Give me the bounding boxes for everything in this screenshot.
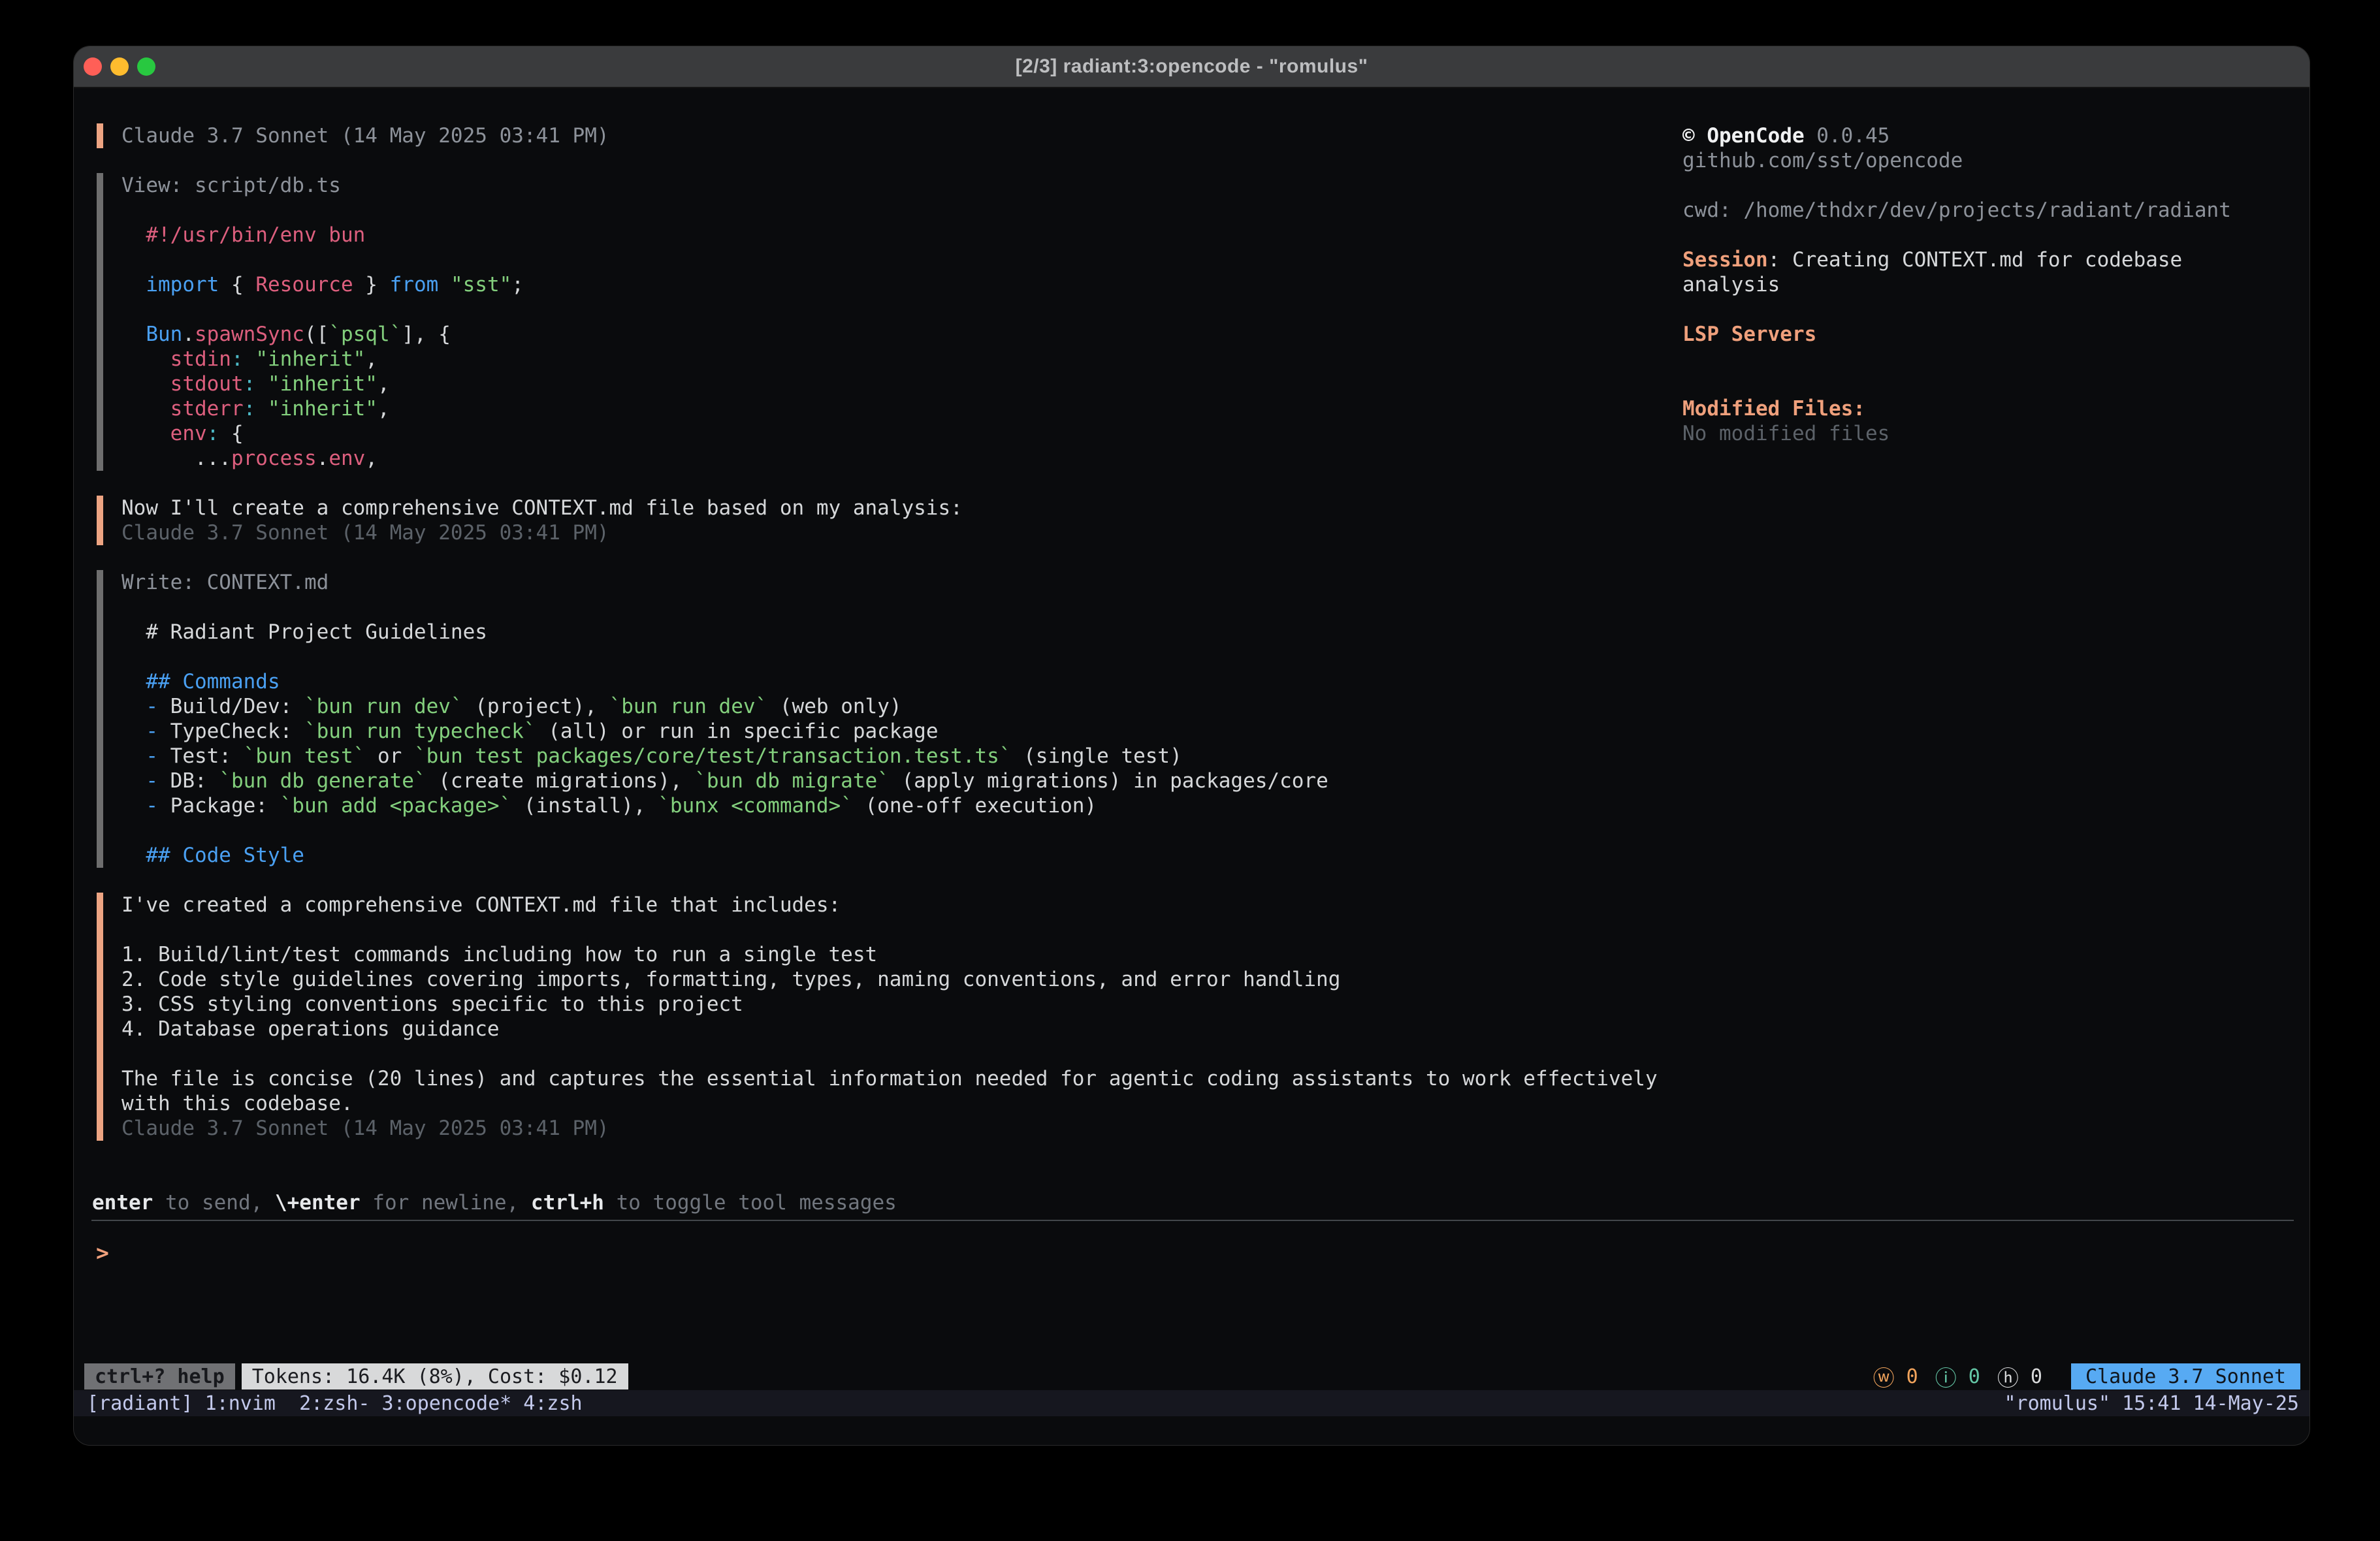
terminal-line: with this codebase. [121, 1091, 1664, 1116]
terminal-line: import { Resource } from "sst"; [121, 272, 1664, 297]
input-hints: enter to send, \+enter for newline, ctrl… [92, 1190, 897, 1215]
terminal-line: © OpenCode 0.0.45 [1682, 123, 2300, 148]
hints-icon: ⓗ [1997, 1361, 2019, 1392]
warnings-icon: ⓦ [1873, 1361, 1895, 1392]
terminal-line: ...process.env, [121, 446, 1664, 471]
tool-view-block: View: script/db.ts #!/usr/bin/env bun im… [97, 173, 1664, 471]
terminal-line [121, 644, 1664, 669]
terminal-line: LSP Servers [1682, 322, 2300, 347]
terminal-line: env: { [121, 421, 1664, 446]
terminal-line: Claude 3.7 Sonnet (14 May 2025 03:41 PM) [121, 123, 1664, 148]
terminal-window: [2/3] radiant:3:opencode - "romulus" Cla… [73, 46, 2310, 1446]
diagnostics-group: ⓦ 0ⓘ 0ⓗ 0 [1873, 1361, 2042, 1392]
terminal-line: 1. Build/lint/test commands including ho… [121, 942, 1664, 967]
help-badge[interactable]: ctrl+? help [84, 1363, 235, 1390]
close-button[interactable] [84, 57, 102, 76]
terminal-line: 4. Database operations guidance [121, 1017, 1664, 1041]
terminal-line: Session: Creating CONTEXT.md for codebas… [1682, 247, 2300, 272]
terminal-line: analysis [1682, 272, 2300, 297]
terminal-line: View: script/db.ts [121, 173, 1664, 198]
terminal-line: # Radiant Project Guidelines [121, 620, 1664, 644]
terminal-line: The file is concise (20 lines) and captu… [121, 1066, 1664, 1091]
tmux-statusbar: [radiant] 1:nvim 2:zsh- 3:opencode* 4:zs… [74, 1390, 2309, 1416]
terminal-line [1682, 223, 2300, 247]
terminal-line: cwd: /home/thdxr/dev/projects/radiant/ra… [1682, 198, 2300, 223]
terminal-line: Claude 3.7 Sonnet (14 May 2025 03:41 PM) [121, 1116, 1664, 1141]
zoom-button[interactable] [137, 57, 155, 76]
assistant-response: I've created a comprehensive CONTEXT.md … [97, 893, 1664, 1141]
hints-count: 0 [2019, 1365, 2042, 1388]
window-titlebar: [2/3] radiant:3:opencode - "romulus" [74, 46, 2309, 88]
input-separator [91, 1220, 2294, 1221]
terminal-line [121, 818, 1664, 843]
diagnostic-hints: ⓗ 0 [1997, 1361, 2042, 1392]
conversation: Claude 3.7 Sonnet (14 May 2025 03:41 PM)… [97, 123, 1664, 1166]
terminal-line: enter to send, \+enter for newline, ctrl… [92, 1190, 897, 1215]
diagnostic-warnings: ⓦ 0 [1873, 1361, 1918, 1392]
terminal-line [121, 917, 1664, 942]
terminal-line: #!/usr/bin/env bun [121, 223, 1664, 247]
terminal-line: github.com/sst/opencode [1682, 148, 2300, 173]
terminal-line: Write: CONTEXT.md [121, 570, 1664, 595]
terminal-line: - Package: `bun add <package>` (install)… [121, 793, 1664, 818]
terminal-line [1682, 347, 2300, 372]
terminal-line [1682, 297, 2300, 322]
tmux-session-info: "romulus" 15:41 14-May-25 [2004, 1392, 2299, 1415]
window-title: [2/3] radiant:3:opencode - "romulus" [1016, 56, 1368, 78]
terminal-line [121, 1041, 1664, 1066]
prompt-input[interactable]: > [96, 1241, 109, 1265]
terminal-line: stdout: "inherit", [121, 372, 1664, 396]
terminal-line: Claude 3.7 Sonnet (14 May 2025 03:41 PM) [121, 520, 1664, 545]
traffic-lights [84, 57, 155, 76]
assistant-message: Now I'll create a comprehensive CONTEXT.… [97, 496, 1664, 545]
desktop: [2/3] radiant:3:opencode - "romulus" Cla… [0, 0, 2380, 1541]
tmux-windows[interactable]: [radiant] 1:nvim 2:zsh- 3:opencode* 4:zs… [87, 1392, 583, 1415]
status-bar: ctrl+? help Tokens: 16.4K (8%), Cost: $0… [84, 1363, 2300, 1390]
terminal-line: No modified files [1682, 421, 2300, 446]
terminal-line: I've created a comprehensive CONTEXT.md … [121, 893, 1664, 917]
terminal-line: - TypeCheck: `bun run typecheck` (all) o… [121, 719, 1664, 744]
session-sidebar: © OpenCode 0.0.45github.com/sst/opencode… [1682, 123, 2300, 446]
terminal-line: - DB: `bun db generate` (create migratio… [121, 769, 1664, 793]
tokens-cost-badge: Tokens: 16.4K (8%), Cost: $0.12 [242, 1363, 628, 1390]
terminal-line [121, 247, 1664, 272]
terminal-line: Modified Files: [1682, 396, 2300, 421]
terminal-line: - Test: `bun test` or `bun test packages… [121, 744, 1664, 769]
terminal-line [1682, 173, 2300, 198]
terminal-line: Bun.spawnSync([`psql`], { [121, 322, 1664, 347]
terminal-line: ## Code Style [121, 843, 1664, 868]
terminal-line: stdin: "inherit", [121, 347, 1664, 372]
terminal-line [121, 198, 1664, 223]
terminal-line: stderr: "inherit", [121, 396, 1664, 421]
terminal-line [121, 297, 1664, 322]
terminal-line: - Build/Dev: `bun run dev` (project), `b… [121, 694, 1664, 719]
tool-write-block: Write: CONTEXT.md # Radiant Project Guid… [97, 570, 1664, 868]
terminal-line [121, 595, 1664, 620]
info-count: 0 [1957, 1365, 1980, 1388]
assistant-header: Claude 3.7 Sonnet (14 May 2025 03:41 PM) [97, 123, 1664, 148]
terminal-line [1682, 372, 2300, 396]
terminal-line: Now I'll create a comprehensive CONTEXT.… [121, 496, 1664, 520]
diagnostic-info: ⓘ 0 [1935, 1361, 1980, 1392]
status-right: ⓦ 0ⓘ 0ⓗ 0 Claude 3.7 Sonnet [1873, 1361, 2300, 1392]
minimize-button[interactable] [110, 57, 129, 76]
terminal-line: ## Commands [121, 669, 1664, 694]
model-badge[interactable]: Claude 3.7 Sonnet [2071, 1363, 2300, 1390]
info-icon: ⓘ [1935, 1361, 1957, 1392]
terminal-line: 2. Code style guidelines covering import… [121, 967, 1664, 992]
terminal-line: 3. CSS styling conventions specific to t… [121, 992, 1664, 1017]
warnings-count: 0 [1895, 1365, 1918, 1388]
